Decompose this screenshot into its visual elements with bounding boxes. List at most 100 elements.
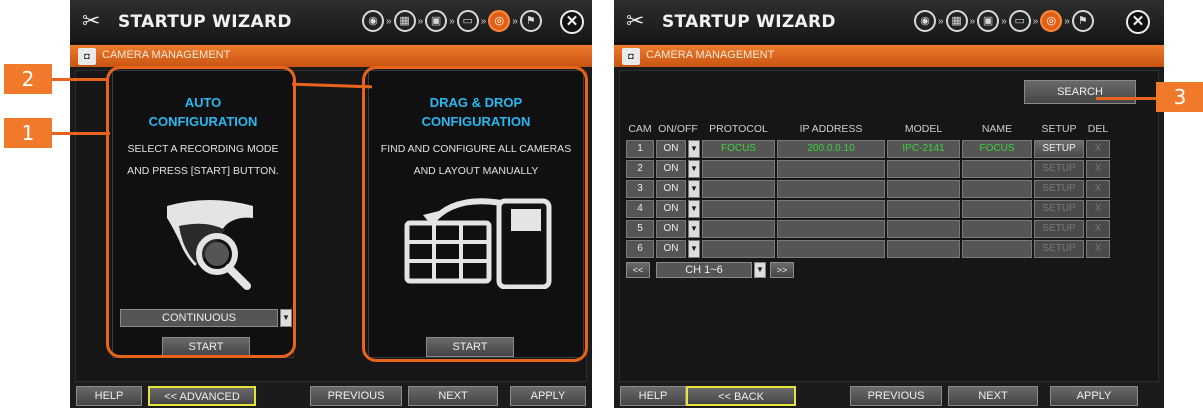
cam-number: 6: [626, 240, 654, 258]
channel-range-select[interactable]: CH 1~6: [656, 262, 752, 278]
help-button[interactable]: HELP: [620, 386, 686, 406]
cam-number: 3: [626, 180, 654, 198]
onoff-select[interactable]: ON: [656, 240, 686, 258]
ip-address-cell[interactable]: 200.0.0.10: [777, 140, 885, 158]
model-cell[interactable]: [887, 220, 960, 238]
setup-button[interactable]: SETUP: [1034, 240, 1084, 258]
delete-button[interactable]: X: [1086, 160, 1110, 178]
setup-button[interactable]: SETUP: [1034, 180, 1084, 198]
delete-button[interactable]: X: [1086, 240, 1110, 258]
next-button[interactable]: NEXT: [408, 386, 498, 406]
flag-step-icon[interactable]: ⚑: [1071, 10, 1094, 32]
onoff-select[interactable]: ON: [656, 180, 686, 198]
protocol-cell[interactable]: [702, 240, 775, 258]
ip-address-cell[interactable]: [777, 180, 885, 198]
protocol-cell[interactable]: [702, 200, 775, 218]
setup-button[interactable]: SETUP: [1034, 220, 1084, 238]
name-cell[interactable]: [962, 240, 1032, 258]
chevron-down-icon[interactable]: ▼: [688, 200, 700, 218]
search-button[interactable]: SEARCH: [1024, 80, 1136, 104]
protocol-cell[interactable]: [702, 220, 775, 238]
model-cell[interactable]: IPC-2141: [887, 140, 960, 158]
disk-step-icon[interactable]: ▣: [977, 10, 1000, 32]
ip-address-cell[interactable]: [777, 160, 885, 178]
chevron-down-icon[interactable]: ▼: [754, 262, 766, 278]
column-header: DEL: [1087, 123, 1109, 135]
camera-table: CAM ON/OFF PROTOCOL IP ADDRESS MODEL NAM…: [624, 118, 1112, 260]
protocol-cell[interactable]: [702, 160, 775, 178]
chevron-down-icon[interactable]: ▼: [688, 140, 700, 158]
section-title: CAMERA MANAGEMENT: [102, 49, 231, 61]
model-cell[interactable]: [887, 180, 960, 198]
apply-button[interactable]: APPLY: [510, 386, 586, 406]
table-row: 6 ON ▼ SETUP X: [626, 240, 1110, 258]
chevron-down-icon[interactable]: ▼: [688, 220, 700, 238]
chevron-down-icon[interactable]: ▼: [688, 180, 700, 198]
onoff-select[interactable]: ON: [656, 200, 686, 218]
model-cell[interactable]: [887, 160, 960, 178]
name-cell[interactable]: [962, 160, 1032, 178]
back-button[interactable]: << BACK: [686, 386, 796, 406]
flag-step-icon[interactable]: ⚑: [519, 10, 542, 32]
previous-button[interactable]: PREVIOUS: [310, 386, 402, 406]
setup-button[interactable]: SETUP: [1034, 200, 1084, 218]
column-header: IP ADDRESS: [799, 123, 863, 135]
monitor-step-icon[interactable]: ▭: [456, 10, 479, 32]
column-header: SETUP: [1041, 123, 1077, 135]
close-icon[interactable]: ✕: [1126, 10, 1150, 34]
chevron-down-icon[interactable]: ▼: [688, 160, 700, 178]
callout-1-line: [52, 132, 110, 135]
next-page-button[interactable]: >>: [770, 262, 794, 278]
delete-button[interactable]: X: [1086, 220, 1110, 238]
protocol-cell[interactable]: [702, 180, 775, 198]
next-button[interactable]: NEXT: [948, 386, 1038, 406]
ip-address-cell[interactable]: [777, 200, 885, 218]
apply-button[interactable]: APPLY: [1050, 386, 1138, 406]
ip-address-cell[interactable]: [777, 220, 885, 238]
camera-step-icon[interactable]: ◎: [488, 10, 511, 32]
calendar-step-icon[interactable]: ▦: [393, 10, 416, 32]
column-header: NAME: [981, 123, 1013, 135]
model-cell[interactable]: [887, 200, 960, 218]
wand-icon: ✂: [82, 8, 101, 33]
table-row: 5 ON ▼ SETUP X: [626, 220, 1110, 238]
onoff-select[interactable]: ON: [656, 220, 686, 238]
name-cell[interactable]: FOCUS: [962, 140, 1032, 158]
previous-button[interactable]: PREVIOUS: [850, 386, 942, 406]
disk-step-icon[interactable]: ▣: [425, 10, 448, 32]
auto-config-highlight: [106, 66, 296, 358]
onoff-select[interactable]: ON: [656, 160, 686, 178]
wizard-steps: ◉» ▦» ▣» ▭» ◎» ⚑: [914, 10, 1094, 32]
camera-icon: ◘: [78, 48, 96, 65]
ip-address-cell[interactable]: [777, 240, 885, 258]
name-cell[interactable]: [962, 220, 1032, 238]
delete-button[interactable]: X: [1086, 180, 1110, 198]
callout-3-line: [1096, 97, 1156, 100]
table-row: 1 ON ▼ FOCUS 200.0.0.10 IPC-2141 FOCUS SETUP X: [626, 140, 1110, 158]
close-icon[interactable]: ✕: [560, 10, 584, 34]
delete-button[interactable]: X: [1086, 200, 1110, 218]
setup-button[interactable]: SETUP: [1034, 140, 1084, 158]
column-header: MODEL: [904, 123, 943, 135]
monitor-step-icon[interactable]: ▭: [1008, 10, 1031, 32]
globe-step-icon[interactable]: ◉: [914, 10, 936, 32]
calendar-step-icon[interactable]: ▦: [945, 10, 968, 32]
name-cell[interactable]: [962, 200, 1032, 218]
wizard-title: STARTUP WIZARD: [118, 12, 292, 32]
model-cell[interactable]: [887, 240, 960, 258]
help-button[interactable]: HELP: [76, 386, 142, 406]
protocol-cell[interactable]: FOCUS: [702, 140, 775, 158]
prev-page-button[interactable]: <<: [626, 262, 650, 278]
column-header: ON/OFF: [658, 123, 698, 135]
setup-button[interactable]: SETUP: [1034, 160, 1084, 178]
name-cell[interactable]: [962, 180, 1032, 198]
cam-number: 1: [626, 140, 654, 158]
wizard-title: STARTUP WIZARD: [662, 12, 836, 32]
globe-step-icon[interactable]: ◉: [362, 10, 384, 32]
chevron-down-icon[interactable]: ▼: [688, 240, 700, 258]
advanced-button[interactable]: << ADVANCED: [148, 386, 256, 406]
camera-step-icon[interactable]: ◎: [1040, 10, 1063, 32]
onoff-select[interactable]: ON: [656, 140, 686, 158]
footer-bar: HELP << ADVANCED PREVIOUS NEXT APPLY: [70, 383, 592, 408]
delete-button[interactable]: X: [1086, 140, 1110, 158]
